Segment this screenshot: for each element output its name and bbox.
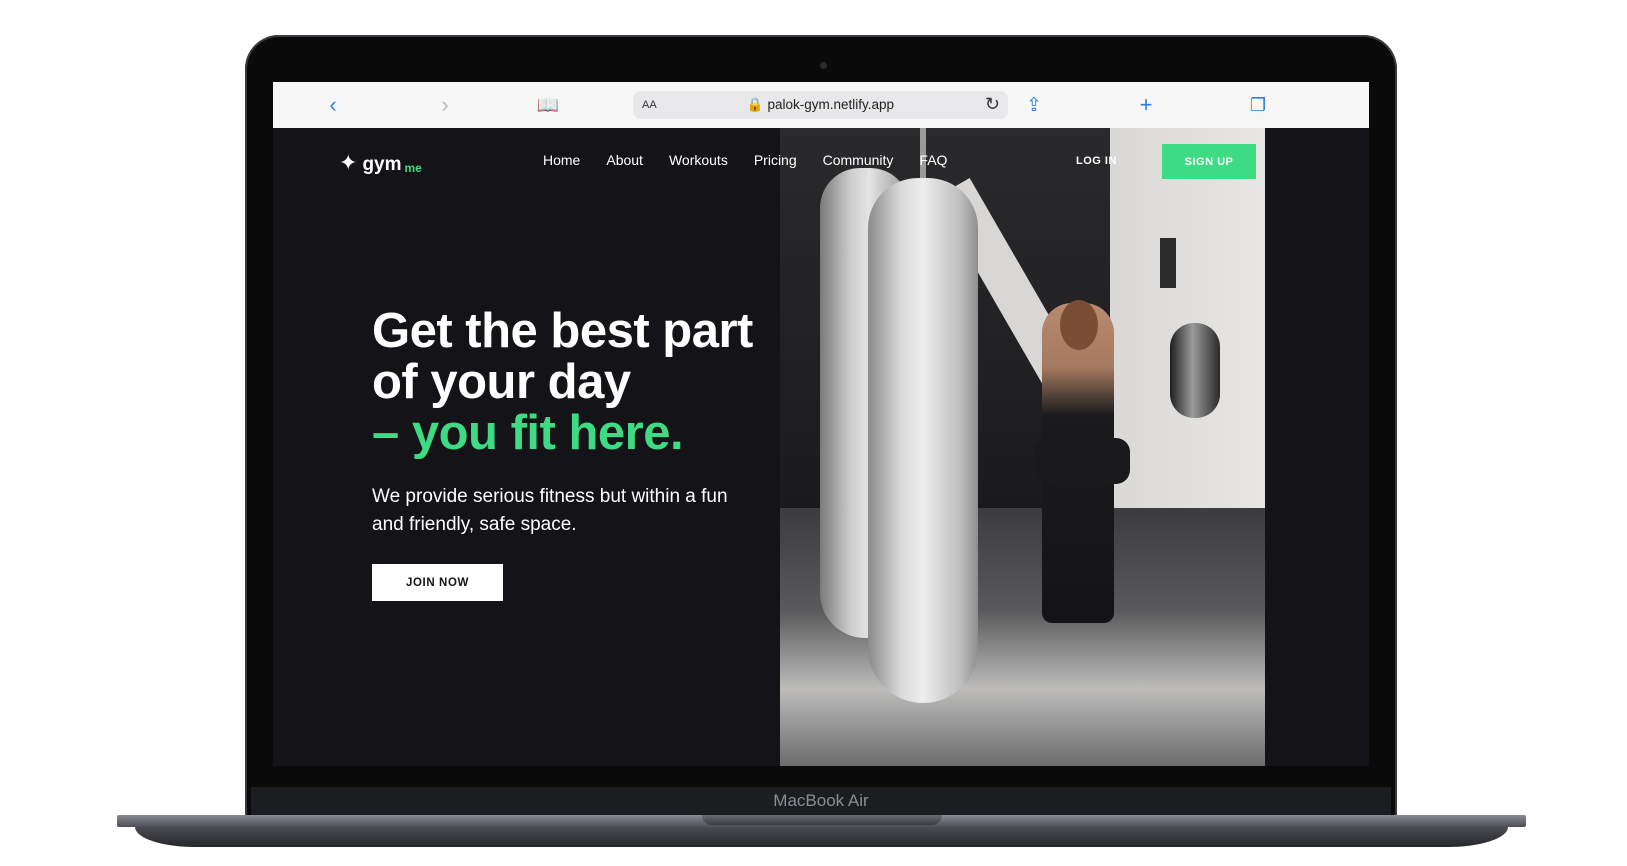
tabs-icon[interactable]: ❐ (1246, 93, 1270, 117)
laptop-bezel-bottom: MacBook Air (251, 787, 1391, 815)
hero-subtext: We provide serious fitness but within a … (372, 486, 728, 535)
logo-sub-text: me (404, 161, 422, 175)
nav-community[interactable]: Community (823, 152, 894, 168)
site-logo[interactable]: ✦ gym me (339, 150, 422, 175)
share-icon[interactable]: ⇪ (1022, 93, 1046, 117)
hero-image (780, 128, 1265, 766)
wall-punching-bag (1170, 323, 1220, 418)
boxing-glove-right (1098, 438, 1130, 484)
laptop-notch (702, 815, 942, 825)
nav-home[interactable]: Home (543, 152, 580, 168)
headline-accent: – you fit here. (372, 406, 684, 460)
address-bar[interactable]: AA 🔒 palok-gym.netlify.app ↻ (633, 91, 1008, 119)
chevron-right-icon[interactable]: › (433, 93, 457, 117)
wall-hook (1160, 238, 1176, 288)
webcam (820, 62, 827, 69)
boxer-head (1060, 300, 1098, 350)
main-nav: Home About Workouts Pricing Community FA… (543, 152, 947, 168)
logo-main-text: gym (362, 154, 402, 175)
laptop-base-lip (135, 827, 1508, 847)
lock-icon: 🔒 (746, 97, 764, 112)
headline-line-2: of your day (372, 355, 631, 409)
hero-headline: Get the best part of your day – you fit … (372, 306, 753, 459)
reload-icon[interactable]: ↻ (985, 94, 1000, 115)
url-value: palok-gym.netlify.app (767, 97, 895, 112)
signup-button[interactable]: SIGN UP (1162, 144, 1256, 179)
safari-toolbar: ‹ › 📖 AA 🔒 palok-gym.netlify.app ↻ ⇪ + ❐ (273, 82, 1369, 129)
plus-icon[interactable]: + (1134, 93, 1158, 117)
dumbbell-icon: ✦ (339, 150, 358, 175)
boxing-glove-left (1035, 438, 1067, 484)
book-icon[interactable]: 📖 (536, 93, 560, 117)
browser-screen: ‹ › 📖 AA 🔒 palok-gym.netlify.app ↻ ⇪ + ❐ (273, 82, 1369, 766)
nav-workouts[interactable]: Workouts (669, 152, 728, 168)
model-label: MacBook Air (773, 791, 869, 810)
nav-pricing[interactable]: Pricing (754, 152, 797, 168)
headline-line-1: Get the best part (372, 304, 753, 358)
nav-faq[interactable]: FAQ (919, 152, 947, 168)
url-text: 🔒 palok-gym.netlify.app (633, 97, 1008, 113)
chevron-left-icon[interactable]: ‹ (321, 93, 345, 117)
join-now-button[interactable]: JOIN NOW (372, 564, 503, 601)
login-link[interactable]: LOG IN (1076, 155, 1117, 167)
punching-bag-front (868, 178, 978, 703)
nav-about[interactable]: About (606, 152, 643, 168)
gym-landing-page: ✦ gym me Home About Workouts Pricing Com… (273, 128, 1369, 766)
